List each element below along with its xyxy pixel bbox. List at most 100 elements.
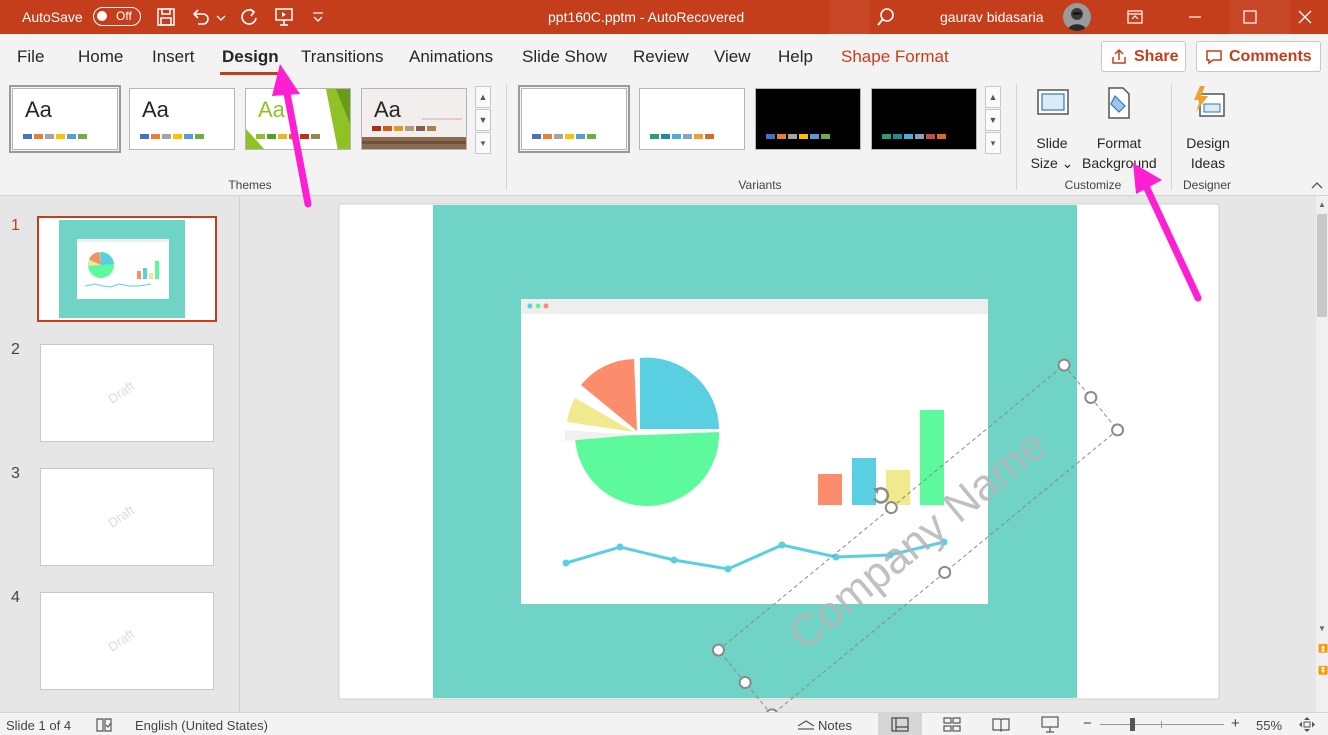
- customize-toolbar-icon[interactable]: [309, 6, 327, 28]
- fit-to-window-icon[interactable]: [1298, 716, 1316, 733]
- bar-illustration: [852, 458, 876, 505]
- share-button[interactable]: Share: [1101, 41, 1186, 72]
- undo-icon[interactable]: [189, 6, 211, 28]
- draft-watermark: Draft: [105, 378, 137, 407]
- user-photo-icon: [1063, 3, 1091, 31]
- slide-thumbnail[interactable]: Draft: [40, 468, 214, 566]
- previous-slide-icon[interactable]: ⏫: [1318, 644, 1328, 653]
- format-background-button[interactable]: Format Background: [1082, 84, 1157, 173]
- variant-swatches: [650, 134, 714, 139]
- zoom-slider-thumb[interactable]: [1130, 718, 1135, 731]
- design-ideas-icon: [1194, 86, 1225, 117]
- theme-wood[interactable]: Aa: [361, 88, 467, 150]
- comments-button[interactable]: Comments: [1196, 41, 1321, 72]
- scroll-up-icon[interactable]: ▲: [985, 86, 1001, 108]
- next-slide-icon[interactable]: ⏬: [1318, 666, 1328, 675]
- zoom-out-button[interactable]: −: [1083, 715, 1092, 732]
- variant-3[interactable]: [755, 88, 861, 150]
- normal-view-icon: [891, 717, 909, 732]
- tab-home[interactable]: Home: [78, 47, 123, 67]
- collapse-ribbon-icon[interactable]: [1310, 180, 1324, 190]
- slide-thumbnail[interactable]: Draft: [40, 592, 214, 690]
- scroll-down-icon[interactable]: ▼: [1318, 624, 1326, 633]
- customize-group-label: Customize: [1064, 178, 1122, 192]
- theme-swatches: [140, 134, 204, 139]
- slide-show-icon[interactable]: [1041, 716, 1059, 733]
- scroll-up-icon[interactable]: ▲: [475, 86, 491, 108]
- redo-icon[interactable]: [238, 6, 260, 28]
- scroll-up-icon[interactable]: ▲: [1318, 200, 1326, 209]
- share-icon: [1112, 48, 1126, 64]
- gallery-more-icon[interactable]: ▾: [985, 132, 1001, 154]
- tab-help[interactable]: Help: [778, 47, 813, 67]
- scroll-down-icon[interactable]: ▼: [475, 109, 491, 131]
- accessibility-icon[interactable]: [95, 717, 113, 733]
- status-bar: Slide 1 of 4 English (United States) Not…: [0, 712, 1328, 735]
- tab-file[interactable]: File: [17, 47, 44, 67]
- share-label: Share: [1134, 47, 1179, 65]
- theme-sample-text: Aa: [25, 97, 52, 122]
- slide-counter: Slide 1 of 4: [6, 718, 72, 733]
- tab-animations[interactable]: Animations: [409, 47, 493, 67]
- theme-facet[interactable]: Aa: [245, 88, 351, 150]
- window-dot-icon: [535, 303, 541, 309]
- present-from-start-icon[interactable]: [273, 6, 295, 28]
- search-icon[interactable]: [875, 6, 897, 28]
- variants-gallery-scroll[interactable]: ▲ ▼ ▾: [985, 86, 1001, 156]
- avatar[interactable]: [1063, 3, 1091, 31]
- zoom-slider-center-tick: [1161, 721, 1162, 728]
- themes-group-label: Themes: [228, 178, 272, 192]
- variant-4[interactable]: [871, 88, 977, 150]
- variant-2[interactable]: [639, 88, 745, 150]
- ribbon-display-options-icon[interactable]: [1112, 0, 1158, 34]
- close-icon[interactable]: [1282, 0, 1328, 34]
- tab-slide-show[interactable]: Slide Show: [522, 47, 607, 67]
- notes-icon[interactable]: [796, 718, 816, 732]
- title-bar: AutoSave Off ppt160C.pptm - AutoRecovere…: [0, 0, 1328, 34]
- save-icon[interactable]: [155, 6, 177, 28]
- gallery-more-icon[interactable]: ▾: [475, 132, 491, 154]
- tab-transitions[interactable]: Transitions: [301, 47, 384, 67]
- themes-gallery-scroll[interactable]: ▲ ▼ ▾: [475, 86, 491, 156]
- user-name: gaurav bidasaria: [940, 9, 1044, 25]
- format-background-label-1: Format: [1096, 135, 1142, 151]
- reading-view-icon[interactable]: [992, 717, 1010, 732]
- variant-swatches: [882, 134, 946, 139]
- theme-office-2[interactable]: Aa: [129, 88, 235, 150]
- zoom-level[interactable]: 55%: [1256, 718, 1282, 733]
- tab-view[interactable]: View: [714, 47, 751, 67]
- design-ideas-button[interactable]: Design Ideas: [1180, 84, 1236, 173]
- format-background-label-2: Background: [1082, 155, 1157, 171]
- slide-thumbnail[interactable]: Draft: [40, 344, 214, 442]
- scroll-down-icon[interactable]: ▼: [985, 109, 1001, 131]
- variant-1[interactable]: [518, 85, 630, 153]
- slide-scrollbar[interactable]: ▲ ▼ ⏫ ⏬: [1316, 196, 1328, 712]
- slide-canvas[interactable]: Company Name: [240, 196, 1316, 722]
- language[interactable]: English (United States): [135, 718, 268, 733]
- theme-swatches: [23, 134, 87, 139]
- slide-sorter-icon[interactable]: [943, 717, 961, 732]
- group-separator: [1171, 84, 1172, 190]
- undo-dropdown-icon[interactable]: [214, 6, 228, 28]
- normal-view-button[interactable]: [878, 713, 922, 735]
- autosave-toggle[interactable]: Off: [93, 7, 141, 26]
- tab-insert[interactable]: Insert: [152, 47, 195, 67]
- slide-number: 4: [11, 589, 20, 606]
- zoom-slider-track[interactable]: [1100, 724, 1224, 725]
- notes-label[interactable]: Notes: [818, 718, 852, 733]
- tab-review[interactable]: Review: [633, 47, 689, 67]
- tab-shape-format[interactable]: Shape Format: [841, 47, 949, 67]
- variant-swatches: [766, 134, 830, 139]
- scrollbar-thumb[interactable]: [1317, 214, 1327, 317]
- minimize-icon[interactable]: [1172, 0, 1218, 34]
- tab-design[interactable]: Design: [220, 47, 281, 75]
- slide-thumbnail[interactable]: [37, 216, 217, 322]
- theme-office[interactable]: Aa: [9, 85, 121, 153]
- zoom-in-button[interactable]: +: [1231, 715, 1240, 732]
- ribbon: Aa Aa Aa Aa ▲ ▼ ▾ Themes ▲ ▼ ▾ Variants …: [0, 78, 1328, 196]
- theme-sample-text: Aa: [142, 97, 169, 122]
- design-ideas-label-2: Ideas: [1190, 155, 1226, 171]
- slide-size-button[interactable]: Slide Size ⌄: [1026, 84, 1078, 173]
- maximize-icon[interactable]: [1227, 0, 1273, 34]
- title-bar-pattern: [830, 0, 870, 34]
